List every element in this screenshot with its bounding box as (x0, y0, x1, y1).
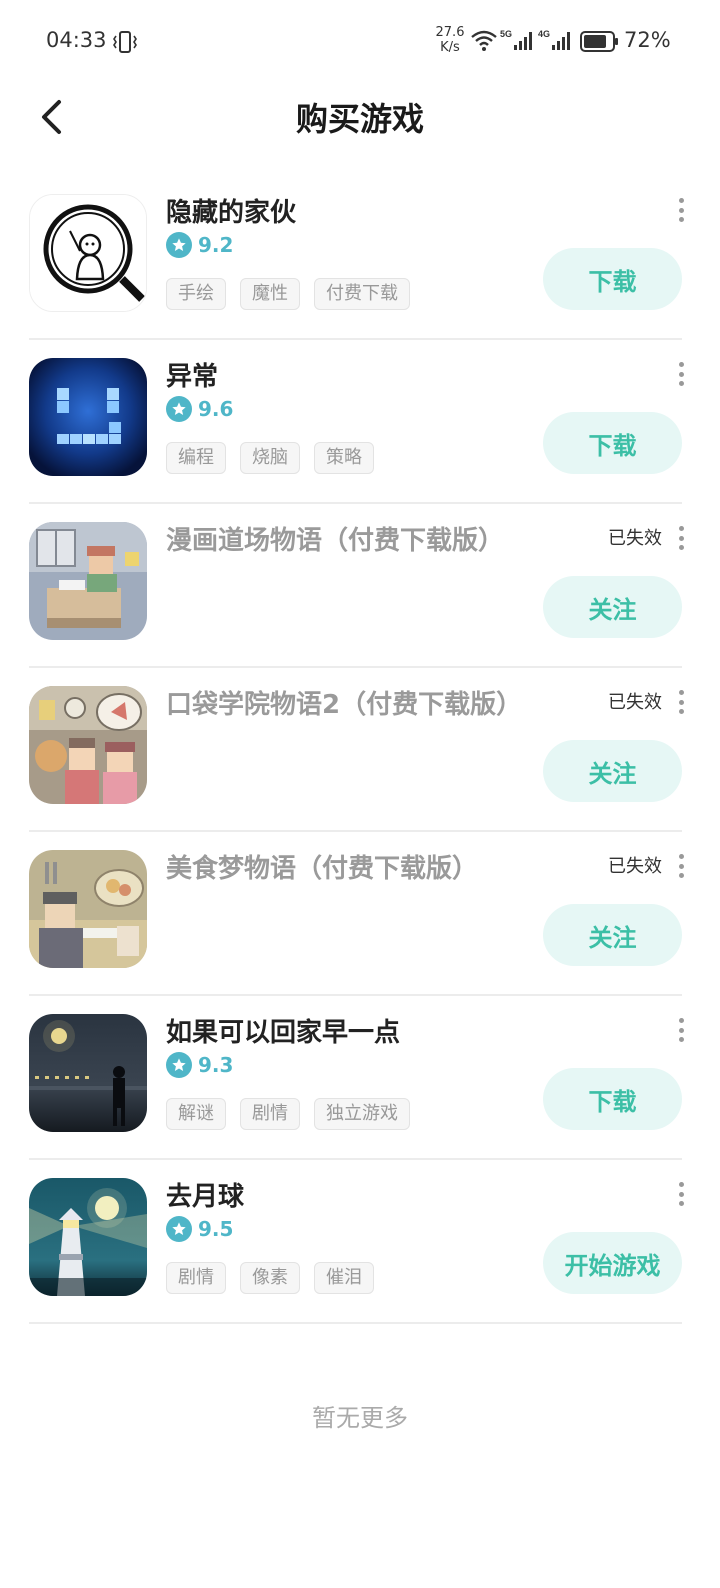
more-options-icon[interactable] (674, 198, 688, 222)
more-options-icon[interactable] (674, 690, 688, 714)
more-options-icon[interactable] (674, 362, 688, 386)
pixel-smile-icon[interactable] (29, 358, 147, 476)
game-name[interactable]: 如果可以回家早一点 (166, 1012, 400, 1049)
star-icon (166, 232, 192, 258)
game-name[interactable]: 隐藏的家伙 (166, 192, 296, 229)
status-time: 04:33 (46, 28, 107, 52)
rating-value: 9.6 (198, 397, 234, 421)
network-speed-value: 27.6 (435, 25, 465, 40)
rating: 9.2 (166, 232, 233, 258)
game-name[interactable]: 漫画道场物语（付费下载版） (166, 520, 504, 557)
download-button[interactable]: 下载 (543, 412, 682, 474)
tag-list: 手绘 魔性 付费下载 (166, 278, 410, 310)
game-item[interactable]: 如果可以回家早一点 9.3 解谜 剧情 独立游戏 下载 (29, 996, 684, 1160)
wifi-icon (471, 30, 497, 51)
tag[interactable]: 编程 (166, 442, 226, 474)
rating: 9.6 (166, 396, 233, 422)
pixel-manga-icon[interactable] (29, 522, 147, 640)
follow-button[interactable]: 关注 (543, 904, 682, 966)
signal-4g-icon: 4G (538, 29, 570, 50)
star-icon (166, 1216, 192, 1242)
pixel-food-icon[interactable] (29, 850, 147, 968)
invalid-status-label: 已失效 (608, 528, 662, 549)
game-item[interactable]: 隐藏的家伙 9.2 手绘 魔性 付费下载 下载 (29, 176, 684, 340)
page-title: 购买游戏 (295, 100, 424, 138)
game-name[interactable]: 美食梦物语（付费下载版） (166, 848, 478, 885)
more-options-icon[interactable] (674, 1182, 688, 1206)
download-button[interactable]: 下载 (543, 1068, 682, 1130)
game-item[interactable]: 异常 9.6 编程 烧脑 策略 下载 (29, 340, 684, 504)
rating-value: 9.3 (198, 1053, 234, 1077)
network-speed: 27.6 K/s (432, 25, 468, 55)
more-options-icon[interactable] (674, 1018, 688, 1042)
battery-icon (580, 31, 618, 52)
game-item[interactable]: 漫画道场物语（付费下载版） 已失效 关注 (29, 504, 684, 668)
start-game-button[interactable]: 开始游戏 (543, 1232, 682, 1294)
game-list: 隐藏的家伙 9.2 手绘 魔性 付费下载 下载 异常 9.6 编程 烧脑 策略 … (0, 176, 720, 1324)
rating-value: 9.5 (198, 1217, 234, 1241)
tag[interactable]: 魔性 (240, 278, 300, 310)
game-item[interactable]: 美食梦物语（付费下载版） 已失效 关注 (29, 832, 684, 996)
vibrate-icon (113, 31, 137, 53)
battery-percent: 72% (624, 28, 671, 52)
night-figure-icon[interactable] (29, 1014, 147, 1132)
tag-list: 编程 烧脑 策略 (166, 442, 374, 474)
signal-5g-label: 5G (500, 29, 512, 39)
pixel-academy-icon[interactable] (29, 686, 147, 804)
tag[interactable]: 独立游戏 (314, 1098, 410, 1130)
invalid-status-label: 已失效 (608, 856, 662, 877)
game-item[interactable]: 口袋学院物语2（付费下载版） 已失效 关注 (29, 668, 684, 832)
tag[interactable]: 解谜 (166, 1098, 226, 1130)
signal-5g-icon: 5G (500, 29, 532, 50)
header: 购买游戏 (0, 84, 720, 150)
tag[interactable]: 剧情 (240, 1098, 300, 1130)
more-options-icon[interactable] (674, 526, 688, 550)
rating: 9.5 (166, 1216, 233, 1242)
invalid-status-label: 已失效 (608, 692, 662, 713)
no-more-label: 暂无更多 (312, 1404, 408, 1432)
rating: 9.3 (166, 1052, 233, 1078)
network-speed-unit: K/s (440, 40, 460, 55)
follow-button[interactable]: 关注 (543, 740, 682, 802)
signal-4g-label: 4G (538, 29, 550, 39)
rating-value: 9.2 (198, 233, 234, 257)
tag[interactable]: 手绘 (166, 278, 226, 310)
tag[interactable]: 催泪 (314, 1262, 374, 1294)
game-name[interactable]: 异常 (166, 356, 218, 393)
follow-button[interactable]: 关注 (543, 576, 682, 638)
tag-list: 剧情 像素 催泪 (166, 1262, 374, 1294)
star-icon (166, 396, 192, 422)
star-icon (166, 1052, 192, 1078)
lighthouse-moon-icon[interactable] (29, 1178, 147, 1296)
download-button[interactable]: 下载 (543, 248, 682, 310)
tag[interactable]: 策略 (314, 442, 374, 474)
status-bar: 04:33 27.6 K/s 5G 4G 72% (0, 0, 720, 84)
game-item[interactable]: 去月球 9.5 剧情 像素 催泪 开始游戏 (29, 1160, 684, 1324)
game-name[interactable]: 去月球 (166, 1176, 244, 1213)
tag[interactable]: 付费下载 (314, 278, 410, 310)
more-options-icon[interactable] (674, 854, 688, 878)
game-name[interactable]: 口袋学院物语2（付费下载版） (166, 684, 522, 721)
tag[interactable]: 剧情 (166, 1262, 226, 1294)
tag-list: 解谜 剧情 独立游戏 (166, 1098, 410, 1130)
tag[interactable]: 像素 (240, 1262, 300, 1294)
tag[interactable]: 烧脑 (240, 442, 300, 474)
magnifier-figure-icon[interactable] (29, 194, 147, 312)
